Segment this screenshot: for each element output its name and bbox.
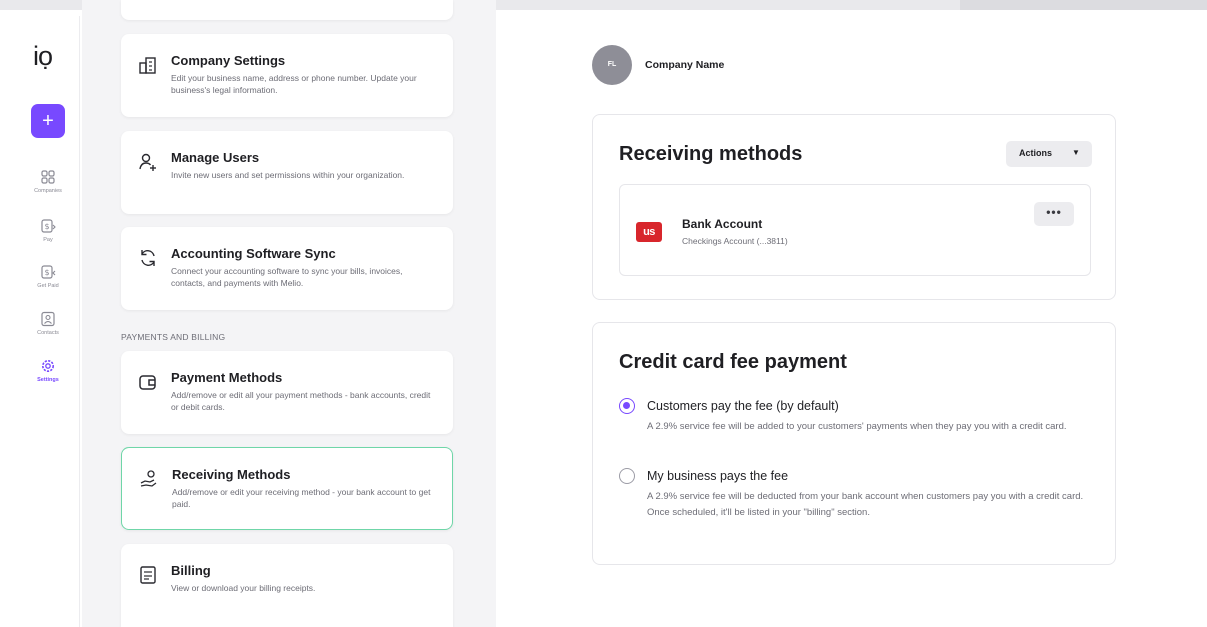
rail-item-contacts[interactable]: Contacts	[16, 311, 80, 336]
svg-text:$: $	[44, 222, 49, 231]
app-logo: iọ	[33, 41, 53, 71]
contacts-icon	[41, 311, 55, 327]
card-company-settings[interactable]: Company Settings Edit your business name…	[121, 34, 453, 117]
rail-label-pay: Pay	[43, 237, 53, 243]
bank-account-title: Bank Account	[682, 217, 763, 231]
receiving-methods-title: Receiving methods	[619, 143, 803, 165]
actions-label: Actions	[1019, 148, 1053, 158]
rail-label-companies: Companies	[34, 188, 62, 194]
caret-down-icon: ▼	[1072, 148, 1080, 157]
company-avatar[interactable]: FL	[592, 45, 632, 85]
credit-card-fee-panel: Credit card fee payment Customers pay th…	[592, 322, 1116, 565]
option-title-business-pays: My business pays the fee	[647, 469, 789, 483]
rail-item-settings[interactable]: Settings	[16, 358, 80, 383]
window-top-shade	[960, 0, 1207, 10]
card-desc: View or download your billing receipts.	[171, 583, 316, 593]
card-title: Payment Methods	[171, 370, 283, 385]
card-billing[interactable]: Billing View or download your billing re…	[121, 544, 453, 627]
new-button[interactable]: +	[31, 104, 65, 138]
building-icon	[139, 57, 156, 74]
radio-customers-pay[interactable]	[619, 398, 635, 414]
bank-logo: us	[636, 222, 662, 242]
rail-item-get-paid[interactable]: $ Get Paid	[16, 264, 80, 289]
section-label-payments: PAYMENTS AND BILLING	[121, 332, 226, 342]
card-title: Manage Users	[171, 150, 260, 165]
card-payment-methods[interactable]: Payment Methods Add/remove or edit all y…	[121, 351, 453, 434]
card-title: Billing	[171, 563, 211, 578]
sync-icon	[141, 250, 155, 266]
card-desc: Edit your business name, address or phon…	[171, 73, 417, 95]
get-paid-icon: $	[41, 265, 56, 279]
companies-icon	[41, 170, 55, 184]
add-user-icon	[139, 153, 156, 171]
gear-icon	[42, 360, 54, 372]
option-title-customers-pay: Customers pay the fee (by default)	[647, 399, 839, 413]
credit-card-fee-title: Credit card fee payment	[619, 351, 847, 373]
receive-money-icon	[140, 470, 157, 487]
wallet-icon	[139, 375, 156, 390]
svg-text:$: $	[44, 268, 49, 277]
company-name: Company Name	[645, 59, 725, 71]
card-title: Receiving Methods	[172, 467, 291, 482]
option-desc-business-pays: A 2.9% service fee will be deducted from…	[647, 491, 1084, 518]
rail-item-companies[interactable]: Companies	[16, 169, 80, 194]
rail-label-contacts: Contacts	[37, 330, 59, 336]
rail-item-pay[interactable]: $ Pay	[16, 218, 80, 243]
card-title: Company Settings	[171, 53, 286, 68]
receiving-methods-panel: Receiving methods Actions ▼ us Bank Acco…	[592, 114, 1116, 300]
card-desc: Add/remove or edit all your payment meth…	[171, 390, 431, 412]
bank-account-method[interactable]: us Bank Account Checkings Account (...38…	[619, 184, 1091, 276]
card-cropped-top	[121, 0, 453, 20]
card-manage-users[interactable]: Manage Users Invite new users and set pe…	[121, 131, 453, 214]
card-desc: Add/remove or edit your receiving method…	[172, 487, 431, 509]
more-options-button[interactable]: •••	[1034, 202, 1074, 226]
card-desc: Invite new users and set permissions wit…	[171, 170, 405, 180]
pay-icon: $	[41, 219, 56, 233]
rail-label-settings: Settings	[37, 377, 59, 383]
receipt-icon	[140, 566, 156, 584]
card-accounting-sync[interactable]: Accounting Software Sync Connect your ac…	[121, 227, 453, 310]
card-title: Accounting Software Sync	[171, 246, 336, 261]
card-desc: Connect your accounting software to sync…	[171, 266, 403, 288]
radio-business-pays[interactable]	[619, 468, 635, 484]
card-receiving-methods[interactable]: Receiving Methods Add/remove or edit you…	[121, 447, 453, 530]
actions-dropdown-button[interactable]: Actions ▼	[1006, 141, 1092, 167]
option-desc-customers-pay: A 2.9% service fee will be added to your…	[647, 421, 1067, 432]
rail-label-get-paid: Get Paid	[37, 283, 59, 289]
window-right-edge	[1195, 10, 1207, 627]
bank-account-subtitle: Checkings Account (...3811)	[682, 236, 788, 246]
